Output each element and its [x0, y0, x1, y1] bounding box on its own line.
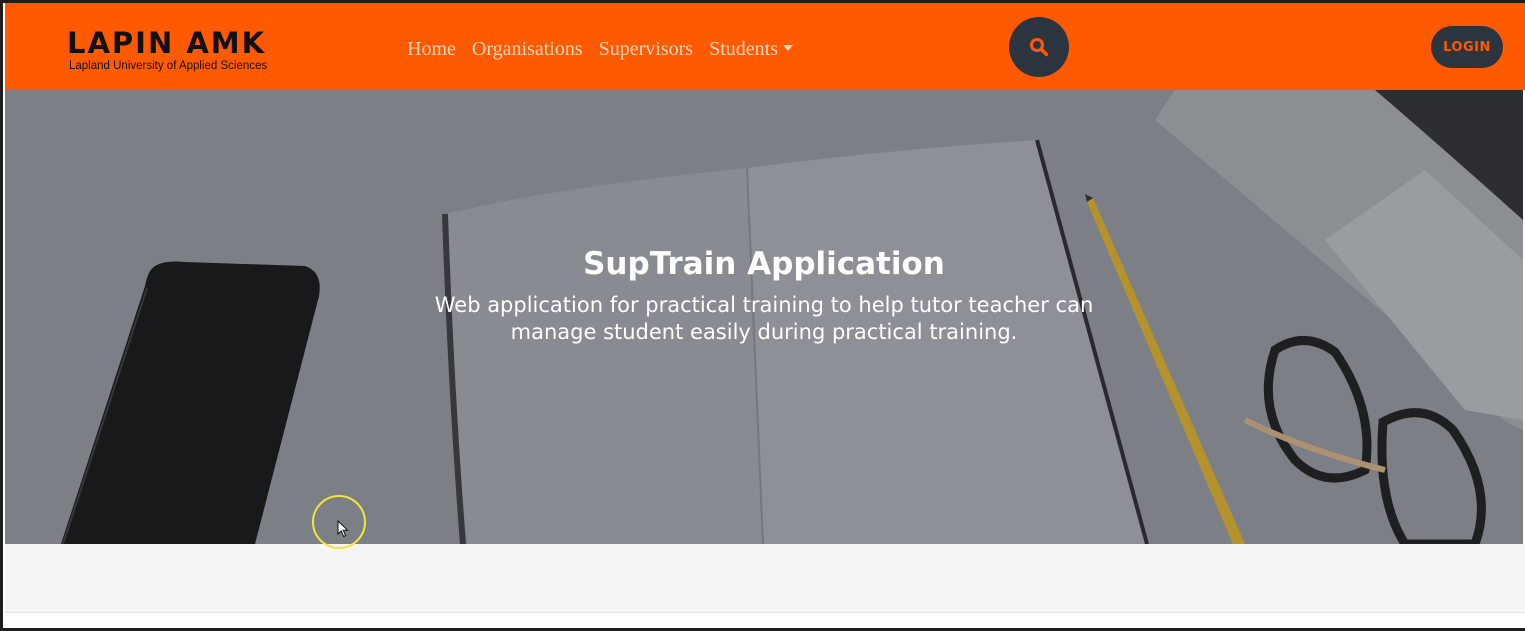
hero-banner: SupTrain Application Web application for… — [5, 90, 1523, 544]
search-button[interactable] — [1009, 17, 1069, 77]
logo-title: LAPIN AMK — [67, 26, 267, 60]
nav-students-dropdown[interactable]: Students — [709, 38, 793, 61]
caret-down-icon — [782, 44, 793, 51]
nav-students-label: Students — [709, 37, 778, 60]
nav-supervisors-link[interactable]: Supervisors — [599, 38, 693, 61]
nav-home-link[interactable]: Home — [407, 38, 456, 61]
top-navbar: LAPIN AMK Lapland University of Applied … — [5, 3, 1525, 90]
main-nav: Home Organisations Supervisors Students — [407, 35, 793, 63]
nav-organisations-link[interactable]: Organisations — [472, 38, 583, 61]
login-button[interactable]: LOGIN — [1431, 26, 1503, 68]
content-section — [5, 544, 1525, 613]
hero-title: SupTrain Application — [583, 246, 945, 282]
hero-subtitle: Web application for practical training t… — [434, 293, 1094, 344]
browser-viewport: LAPIN AMK Lapland University of Applied … — [0, 0, 1525, 631]
search-icon — [1030, 38, 1049, 57]
logo-subtitle: Lapland University of Applied Sciences — [69, 60, 268, 72]
mouse-pointer-icon — [337, 520, 349, 538]
brand-logo[interactable]: LAPIN AMK Lapland University of Applied … — [67, 27, 337, 77]
